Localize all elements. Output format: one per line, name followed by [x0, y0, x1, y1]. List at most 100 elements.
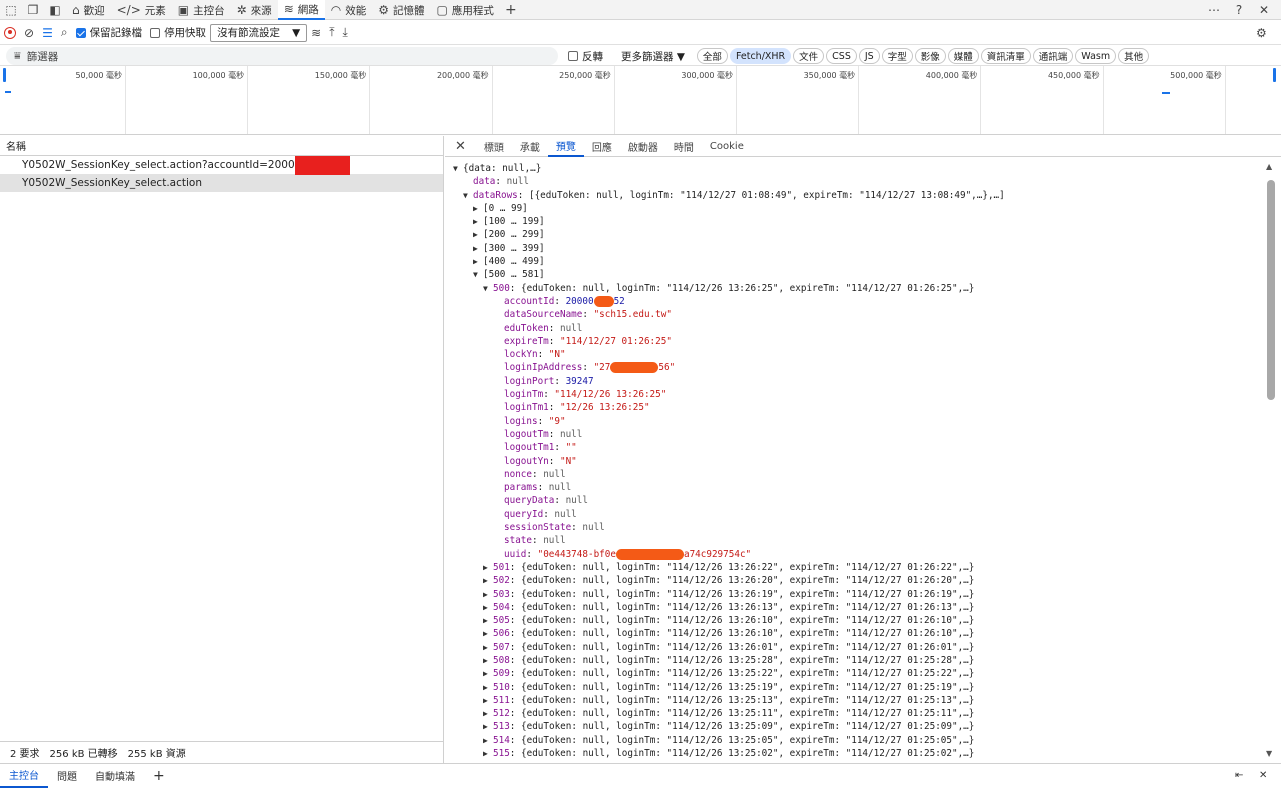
type-filter-8[interactable]: 資訊清單 [980, 48, 1031, 64]
tree-range[interactable]: ▶ [0 … 99] [445, 202, 1260, 215]
timeline-handle-left[interactable] [3, 68, 6, 82]
triangle-down-icon: ▼ [453, 164, 458, 173]
help-icon[interactable]: ? [1228, 0, 1250, 20]
drawer-tab-console[interactable]: 主控台 [0, 764, 48, 788]
tree-field: uuid: "0e443748-bf0e a74c929754c" [504, 548, 752, 560]
tree-item[interactable]: ▶ 502: {eduToken: null, loginTm: "114/12/… [445, 574, 1260, 587]
type-filter-7[interactable]: 媒體 [947, 48, 979, 64]
type-filter-0[interactable]: 全部 [696, 48, 728, 64]
close-icon[interactable]: ✕ [1253, 0, 1275, 20]
preserve-log-checkbox[interactable]: 保留記錄檔 [72, 21, 147, 45]
search-icon[interactable]: ⌕ [57, 21, 72, 45]
tab-memory[interactable]: ⚙ 記憶體 [372, 0, 430, 20]
tree-root[interactable]: ▼ {data: null,…} [445, 162, 1260, 175]
type-filter-1[interactable]: Fetch/XHR [729, 48, 792, 64]
tree-item[interactable]: ▶ 514: {eduToken: null, loginTm: "114/12/… [445, 734, 1260, 747]
type-filter-3[interactable]: CSS [826, 48, 857, 64]
type-filter-10[interactable]: Wasm [1075, 48, 1117, 64]
tab-welcome[interactable]: ⌂ 歡迎 [66, 0, 111, 20]
tree-item[interactable]: ▶ 504: {eduToken: null, loginTm: "114/12/… [445, 601, 1260, 614]
close-detail-icon[interactable]: ✕ [445, 136, 476, 157]
tree-item[interactable]: ▶ 511: {eduToken: null, loginTm: "114/12/… [445, 694, 1260, 707]
dock-icon[interactable]: ◧ [44, 0, 66, 20]
name-column-header[interactable]: 名稱 [0, 136, 443, 156]
type-filter-4[interactable]: JS [858, 48, 880, 64]
triangle-down-icon: ▼ [473, 270, 478, 280]
throttling-select[interactable]: 沒有節流設定 ▼ [210, 23, 308, 42]
tree-item[interactable]: ▶ 503: {eduToken: null, loginTm: "114/12/… [445, 588, 1260, 601]
preserve-log-check[interactable] [75, 27, 86, 38]
tree-item[interactable]: ▶ 512: {eduToken: null, loginTm: "114/12/… [445, 707, 1260, 720]
disable-cache-checkbox[interactable]: 停用快取 [146, 21, 210, 45]
scroll-up-icon[interactable]: ▲ [1266, 162, 1272, 171]
tree-item[interactable]: ▶ 508: {eduToken: null, loginTm: "114/12/… [445, 654, 1260, 667]
tab-preview[interactable]: 預覽 [547, 136, 584, 157]
filter-toggle-icon[interactable]: ☰ [38, 21, 57, 45]
tab-sources[interactable]: ✲ 來源 [231, 0, 278, 20]
tab-console[interactable]: ▣ 主控台 [172, 0, 231, 20]
filter-input[interactable]: ⩸ 篩選器 [6, 47, 558, 65]
tab-response[interactable]: 回應 [584, 136, 620, 157]
add-tab-icon[interactable]: + [500, 0, 522, 20]
tab-headers[interactable]: 標頭 [476, 136, 512, 157]
timeline-handle-right[interactable] [1273, 68, 1276, 82]
tab-network[interactable]: ≋ 網路 [277, 0, 325, 20]
tree-item[interactable]: ▶ 507: {eduToken: null, loginTm: "114/12/… [445, 641, 1260, 654]
devtools-tabbar: ⬚ ❐ ◧ ⌂ 歡迎 </> 元素 ▣ 主控台 ✲ 來源 ≋ 網路 ◠ 效能 ⚙ 記憶體 ▢ 應… [0, 0, 1281, 20]
settings-gear-icon[interactable]: ⚙ [1252, 21, 1271, 45]
tree-node-500[interactable]: ▼ 500: {eduToken: null, loginTm: "114/12/… [445, 282, 1260, 295]
drawer-tab-issues[interactable]: 問題 [48, 764, 86, 788]
tab-performance[interactable]: ◠ 效能 [325, 0, 372, 20]
inspect-icon[interactable]: ⬚ [0, 0, 22, 20]
type-filter-6[interactable]: 影像 [914, 48, 946, 64]
tab-elements[interactable]: </> 元素 [111, 0, 172, 20]
device-toggle-icon[interactable]: ❐ [22, 0, 44, 20]
tree-item[interactable]: ▶ 513: {eduToken: null, loginTm: "114/12/… [445, 720, 1260, 733]
tab-initiator[interactable]: 啟動器 [620, 136, 666, 157]
scroll-down-icon[interactable]: ▼ [1266, 749, 1272, 758]
drawer-tab-autofill[interactable]: 自動填滿 [86, 764, 144, 788]
tree-item[interactable]: ▶ 515: {eduToken: null, loginTm: "114/12/… [445, 747, 1260, 760]
tree-range[interactable]: ▼ [500 … 581] [445, 268, 1260, 281]
invert-checkbox[interactable] [568, 51, 578, 61]
scrollbar-thumb[interactable] [1267, 180, 1275, 400]
triangle-right-icon: ▶ [483, 576, 488, 586]
more-icon[interactable]: ⋯ [1203, 0, 1225, 20]
tree-field: loginIpAddress: "27 56" [504, 362, 676, 374]
import-har-icon[interactable]: ⤒ [325, 21, 338, 45]
tree-item[interactable]: ▶ 510: {eduToken: null, loginTm: "114/12/… [445, 681, 1260, 694]
request-row[interactable]: Y0502W_SessionKey_select.action?accountI… [0, 155, 443, 175]
export-har-icon[interactable]: ⤓ [339, 21, 352, 45]
type-filter-11[interactable]: 其他 [1118, 48, 1150, 64]
tree-field: logoutTm: null [504, 428, 583, 440]
preview-scrollbar[interactable]: ▲ ▼ [1265, 162, 1275, 758]
tree-item[interactable]: ▶ 505: {eduToken: null, loginTm: "114/12/… [445, 614, 1260, 627]
tree-range[interactable]: ▶ [400 … 499] [445, 255, 1260, 268]
tab-timing[interactable]: 時間 [666, 136, 702, 157]
type-filter-9[interactable]: 通訊端 [1032, 48, 1074, 64]
tree-range[interactable]: ▶ [200 … 299] [445, 228, 1260, 241]
timeline-overview[interactable]: 50,000 毫秒 100,000 毫秒 150,000 毫秒 200,000 毫秒 2… [0, 66, 1281, 135]
type-filter-2[interactable]: 文件 [793, 48, 825, 64]
clear-icon[interactable]: ⊘ [20, 21, 38, 45]
type-filter-5[interactable]: 字型 [881, 48, 913, 64]
tab-application[interactable]: ▢ 應用程式 [431, 0, 500, 20]
more-filters-button[interactable]: 更多篩選器 ▼ [621, 49, 685, 64]
record-icon[interactable] [0, 21, 20, 45]
disable-cache-check[interactable] [150, 27, 161, 38]
request-row-selected[interactable]: Y0502W_SessionKey_select.action [0, 174, 443, 192]
tree-item[interactable]: ▶ 506: {eduToken: null, loginTm: "114/12/… [445, 627, 1260, 640]
tree-item[interactable]: ▶ 501: {eduToken: null, loginTm: "114/12/… [445, 561, 1260, 574]
timeline-tick-label: 100,000 毫秒 [192, 71, 245, 80]
tree-range[interactable]: ▶ [300 … 399] [445, 242, 1260, 255]
network-conditions-icon[interactable]: ≋ [307, 21, 325, 45]
add-drawer-tab-icon[interactable]: + [144, 764, 174, 788]
tree-item[interactable]: ▶ 509: {eduToken: null, loginTm: "114/12/… [445, 667, 1260, 680]
tree-range[interactable]: ▶ [100 … 199] [445, 215, 1260, 228]
tree-node[interactable]: ▼ dataRows: [{eduToken: null, loginTm: "1… [445, 189, 1260, 202]
tab-payload[interactable]: 承載 [512, 136, 548, 157]
tab-cookies[interactable]: Cookie [702, 136, 752, 157]
dock-drawer-icon[interactable]: ⇤ [1226, 764, 1252, 788]
timeline-tick-label: 250,000 毫秒 [559, 71, 611, 80]
close-drawer-icon[interactable]: ✕ [1250, 764, 1276, 788]
